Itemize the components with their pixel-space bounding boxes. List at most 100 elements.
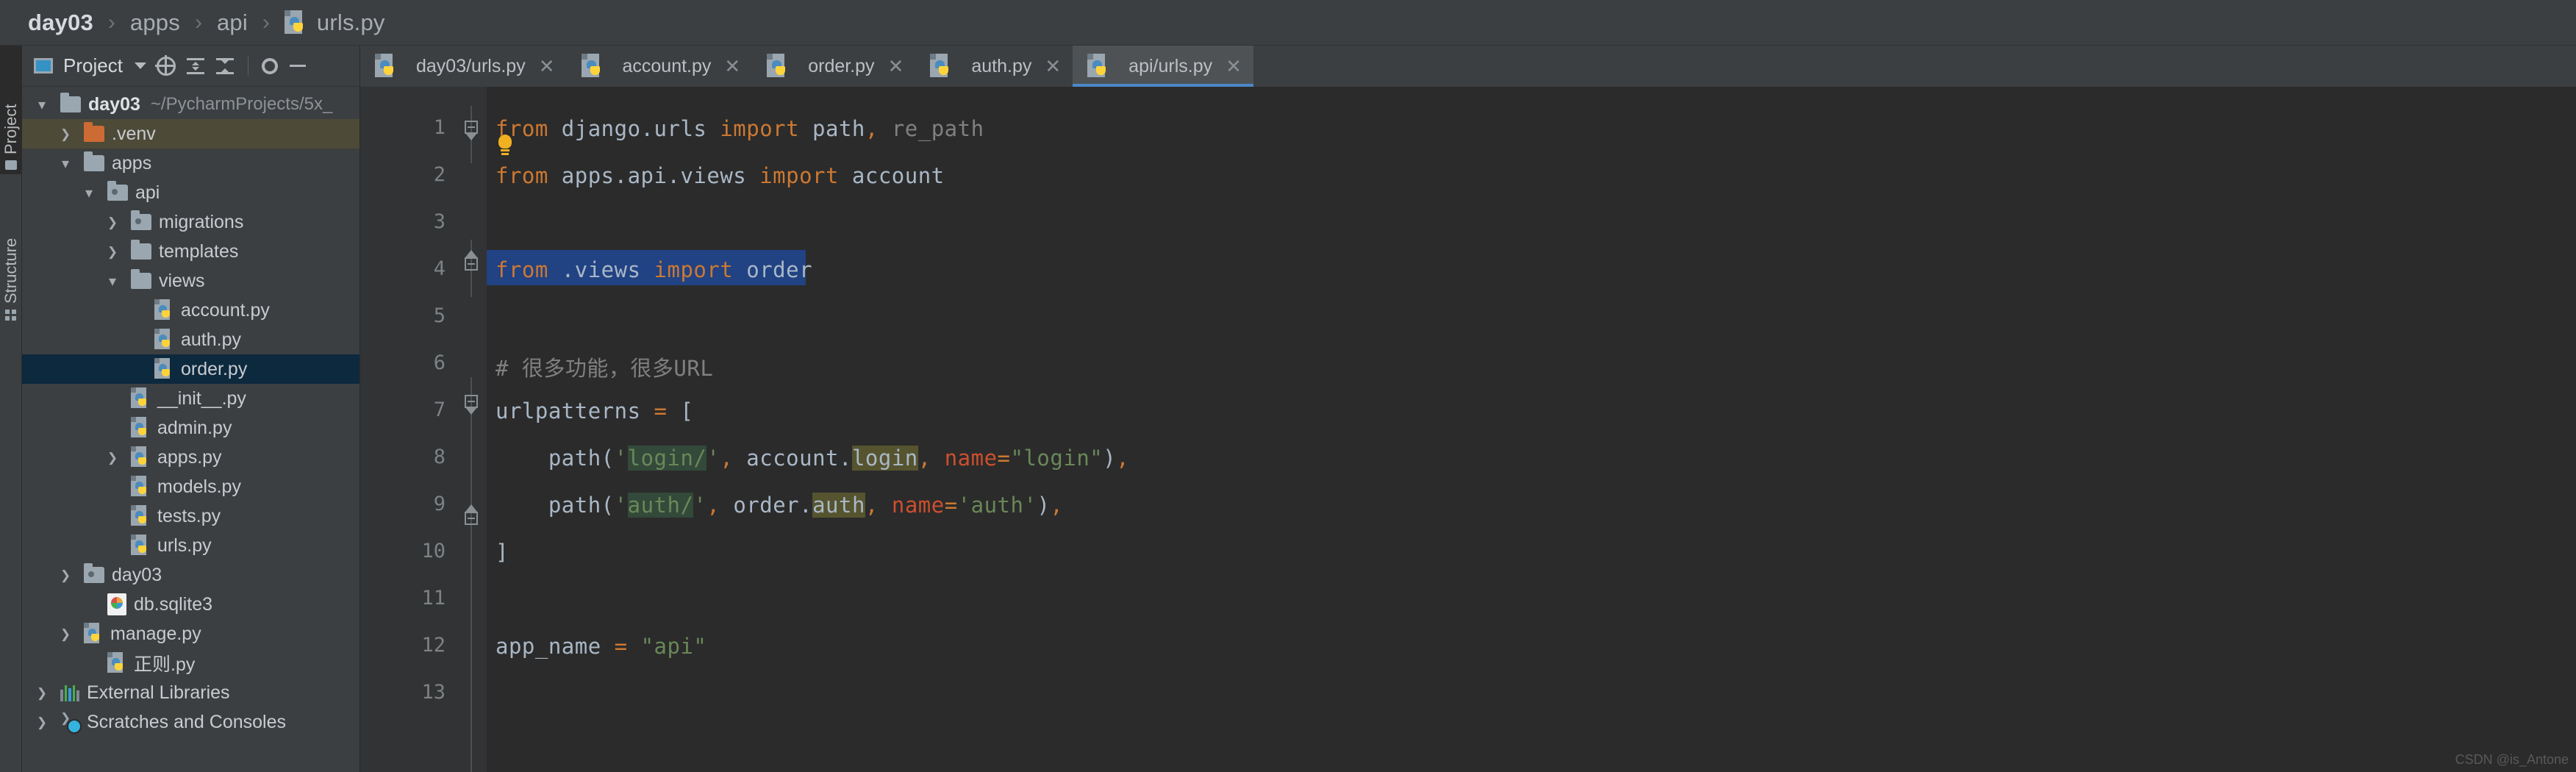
python-file-icon: [107, 652, 126, 674]
minimize-icon[interactable]: [288, 57, 307, 76]
tree-item-external-libraries[interactable]: External Libraries: [22, 678, 359, 707]
tree-item-urls-py[interactable]: urls.py: [22, 531, 359, 560]
tree-item-scratches-and-consoles[interactable]: Scratches and Consoles: [22, 707, 359, 737]
fold-marker-collapse[interactable]: [462, 504, 481, 528]
tree-item-label: urls.py: [157, 535, 212, 556]
tree-item-admin-py[interactable]: admin.py: [22, 413, 359, 443]
chevron-right-icon[interactable]: [103, 243, 122, 260]
tree-item-day03[interactable]: day03: [22, 560, 359, 590]
project-tree[interactable]: day03 ~/PycharmProjects/5x_ .venv apps api mi…: [22, 87, 359, 772]
code-token: import: [759, 163, 839, 188]
code-folding-gutter[interactable]: [456, 87, 487, 772]
code-editor[interactable]: 1 2 3 4 5 6 7 8 9 10 11 12 13 from django.urls impor…: [360, 87, 2576, 772]
editor-tab-auth-py[interactable]: auth.py ✕: [915, 46, 1073, 87]
code-token: re_path: [891, 116, 984, 141]
tree-item-order-py[interactable]: order.py: [22, 354, 359, 384]
chevron-right-icon[interactable]: [103, 449, 122, 466]
code-token: ': [693, 493, 707, 518]
code-line[interactable]: path('auth/', order.auth, name='auth'),: [495, 493, 1063, 518]
tree-item-day03[interactable]: day03 ~/PycharmProjects/5x_: [22, 90, 359, 119]
chevron-right-icon[interactable]: [56, 567, 75, 584]
tree-item-label: Scratches and Consoles: [87, 711, 286, 732]
chevron-down-icon[interactable]: [32, 96, 51, 114]
code-text-area[interactable]: from django.urls import path, re_pathfro…: [487, 87, 2576, 772]
chevron-right-icon[interactable]: [56, 126, 75, 143]
chevron-down-icon[interactable]: [56, 154, 75, 173]
tree-item-auth-py[interactable]: auth.py: [22, 325, 359, 354]
editor-tab-day03-urls-py[interactable]: day03/urls.py ✕: [360, 46, 567, 87]
tree-item-apps-py[interactable]: apps.py: [22, 443, 359, 472]
close-icon[interactable]: ✕: [724, 55, 740, 78]
fold-marker-collapse[interactable]: [462, 118, 481, 140]
breadcrumb-item-api[interactable]: api: [217, 10, 248, 36]
chevron-down-icon[interactable]: [103, 272, 122, 290]
fold-marker-collapse[interactable]: [462, 392, 481, 415]
python-file-icon: [84, 623, 103, 645]
tree-item-templates[interactable]: templates: [22, 237, 359, 266]
tree-item-label: day03: [88, 93, 140, 115]
tree-item-api[interactable]: api: [22, 178, 359, 207]
line-number: 2: [433, 163, 446, 186]
tree-item-manage-py[interactable]: manage.py: [22, 619, 359, 648]
line-number: 9: [433, 493, 446, 515]
sidebar-item-structure[interactable]: Structure: [0, 182, 22, 325]
tree-item-venv[interactable]: .venv: [22, 119, 359, 149]
editor-tab-api-urls-py[interactable]: api/urls.py ✕: [1073, 46, 1253, 87]
code-line[interactable]: from .views import order: [495, 257, 812, 282]
breadcrumb-item-file[interactable]: urls.py: [317, 10, 385, 36]
tree-item-init-py[interactable]: __init__.py: [22, 384, 359, 413]
code-token: # 很多功能，很多URL: [495, 356, 714, 381]
editor-tab-bar[interactable]: day03/urls.py ✕ account.py ✕ order.py ✕ auth.p…: [360, 46, 2576, 87]
close-icon[interactable]: ✕: [1226, 55, 1242, 78]
python-file-icon: [284, 10, 307, 35]
code-line[interactable]: urlpatterns = [: [495, 398, 693, 423]
chevron-right-icon[interactable]: [32, 685, 51, 701]
code-line[interactable]: from django.urls import path, re_path: [495, 116, 984, 141]
tree-item-tests-py[interactable]: tests.py: [22, 501, 359, 531]
sidebar-item-project[interactable]: Project: [0, 46, 22, 174]
breadcrumb-separator-icon: ›: [107, 10, 115, 35]
chevron-right-icon[interactable]: [56, 626, 75, 643]
breadcrumb-item-project[interactable]: day03: [28, 10, 93, 36]
code-token: 'auth': [957, 493, 1037, 518]
code-line[interactable]: app_name = "api": [495, 634, 706, 659]
chevron-down-icon[interactable]: [134, 62, 146, 69]
editor-tab-account-py[interactable]: account.py ✕: [567, 46, 753, 87]
editor-tab-order-py[interactable]: order.py ✕: [752, 46, 915, 87]
close-icon[interactable]: ✕: [888, 55, 904, 78]
python-file-icon: [375, 54, 397, 79]
line-number: 1: [433, 116, 446, 139]
code-line[interactable]: # 很多功能，很多URL: [495, 351, 713, 382]
fold-marker-collapse[interactable]: [462, 250, 481, 274]
code-token: =: [997, 446, 1011, 471]
code-line[interactable]: ]: [495, 540, 509, 565]
close-icon[interactable]: ✕: [539, 55, 555, 78]
code-token: "login": [1010, 446, 1103, 471]
python-file-icon: [131, 535, 150, 557]
expand-all-icon[interactable]: [215, 57, 235, 76]
tree-item-account-py[interactable]: account.py: [22, 296, 359, 325]
tree-item-py[interactable]: 正则.py: [22, 648, 359, 678]
code-line[interactable]: from apps.api.views import account: [495, 163, 945, 188]
tree-item-models-py[interactable]: models.py: [22, 472, 359, 501]
collapse-all-icon[interactable]: [186, 57, 205, 76]
tool-tab-label: Project: [1, 104, 20, 154]
gear-icon[interactable]: [261, 57, 278, 74]
tree-item-apps[interactable]: apps: [22, 149, 359, 178]
chevron-down-icon[interactable]: [79, 184, 99, 202]
breadcrumb-item-apps[interactable]: apps: [130, 10, 180, 36]
tree-item-views[interactable]: views: [22, 266, 359, 296]
code-line[interactable]: path('login/', account.login, name="logi…: [495, 446, 1129, 471]
code-token: name: [891, 493, 945, 518]
chevron-right-icon[interactable]: [32, 714, 51, 731]
chevron-right-icon[interactable]: [103, 214, 122, 231]
locate-icon[interactable]: [154, 54, 176, 76]
editor-tab-label: account.py: [622, 55, 712, 76]
close-icon[interactable]: ✕: [1045, 55, 1061, 78]
tree-item-migrations[interactable]: migrations: [22, 207, 359, 237]
folder-icon: [84, 122, 104, 142]
code-token: =: [654, 398, 668, 423]
library-icon: [60, 684, 79, 701]
line-number: 7: [433, 398, 446, 421]
tree-item-db-sqlite3[interactable]: db.sqlite3: [22, 590, 359, 619]
